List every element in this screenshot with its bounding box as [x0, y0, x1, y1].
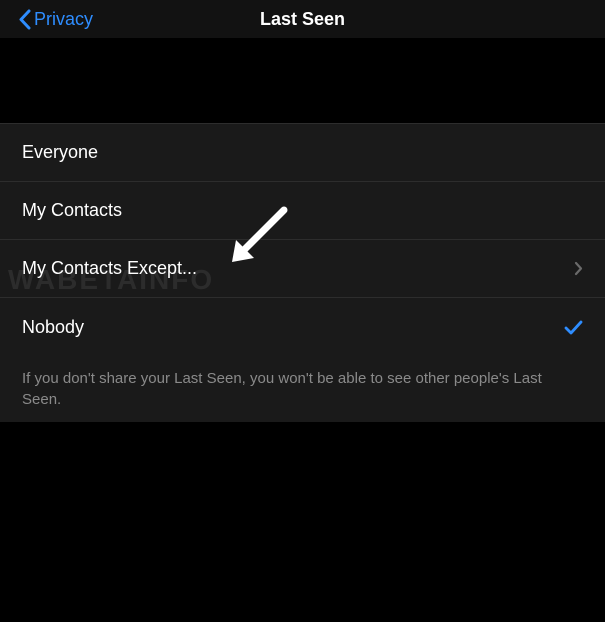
chevron-right-icon — [574, 261, 583, 276]
option-nobody[interactable]: Nobody — [0, 298, 605, 356]
back-label: Privacy — [34, 9, 93, 30]
option-everyone[interactable]: Everyone — [0, 124, 605, 182]
checkmark-icon — [564, 320, 583, 335]
footer-description: If you don't share your Last Seen, you w… — [0, 356, 605, 422]
option-label: Everyone — [22, 142, 98, 163]
back-button[interactable]: Privacy — [18, 9, 93, 30]
header-gap — [0, 38, 605, 123]
option-label: Nobody — [22, 317, 84, 338]
option-my-contacts-except[interactable]: My Contacts Except... — [0, 240, 605, 298]
option-my-contacts[interactable]: My Contacts — [0, 182, 605, 240]
options-list: Everyone My Contacts My Contacts Except.… — [0, 123, 605, 356]
chevron-back-icon — [18, 9, 31, 30]
header-bar: Privacy Last Seen — [0, 0, 605, 38]
page-title: Last Seen — [260, 9, 345, 30]
option-label: My Contacts — [22, 200, 122, 221]
bottom-fill — [0, 422, 605, 622]
option-label: My Contacts Except... — [22, 258, 197, 279]
